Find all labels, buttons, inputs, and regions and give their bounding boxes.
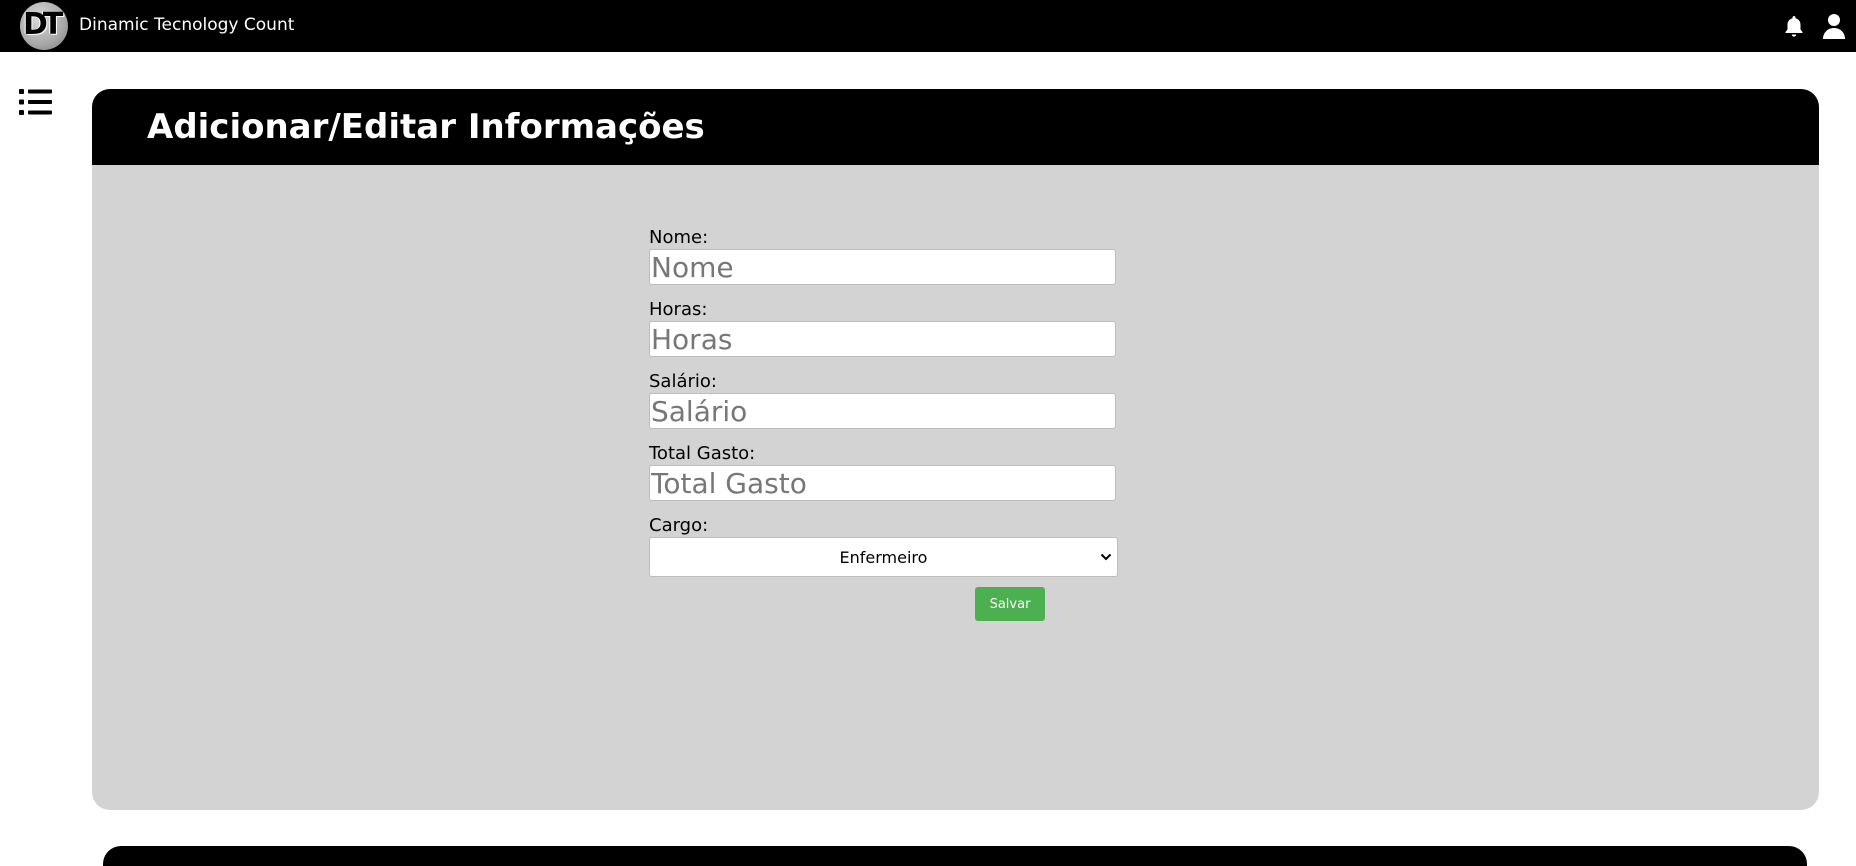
- next-card-header: [103, 846, 1807, 866]
- bell-icon[interactable]: [1782, 14, 1806, 38]
- user-icon[interactable]: [1822, 13, 1846, 39]
- top-navbar: DT Dinamic Tecnology Count: [0, 0, 1856, 52]
- app-title: Dinamic Tecnology Count: [79, 15, 295, 35]
- card-header: Adicionar/Editar Informações: [92, 89, 1819, 165]
- logo[interactable]: DT: [20, 2, 68, 50]
- horas-input[interactable]: [649, 321, 1116, 357]
- total-gasto-input[interactable]: [649, 465, 1116, 501]
- nome-input[interactable]: [649, 249, 1116, 285]
- cargo-select[interactable]: Enfermeiro: [649, 537, 1118, 577]
- list-icon[interactable]: [19, 88, 53, 116]
- page-title: Adicionar/Editar Informações: [147, 107, 705, 147]
- form-card: Adicionar/Editar Informações Nome: Horas…: [92, 89, 1819, 810]
- save-button[interactable]: Salvar: [975, 587, 1045, 621]
- logo-text: DT: [23, 7, 63, 42]
- cargo-label: Cargo:: [649, 515, 709, 536]
- salario-label: Salário:: [649, 371, 717, 392]
- salario-input[interactable]: [649, 393, 1116, 429]
- info-form: Nome: Horas: Salário: Total Gasto: Cargo…: [649, 227, 1119, 621]
- horas-label: Horas:: [649, 299, 708, 320]
- cargo-select-wrapper: Enfermeiro: [649, 537, 1118, 577]
- nome-label: Nome:: [649, 227, 709, 248]
- total-gasto-label: Total Gasto:: [649, 443, 756, 464]
